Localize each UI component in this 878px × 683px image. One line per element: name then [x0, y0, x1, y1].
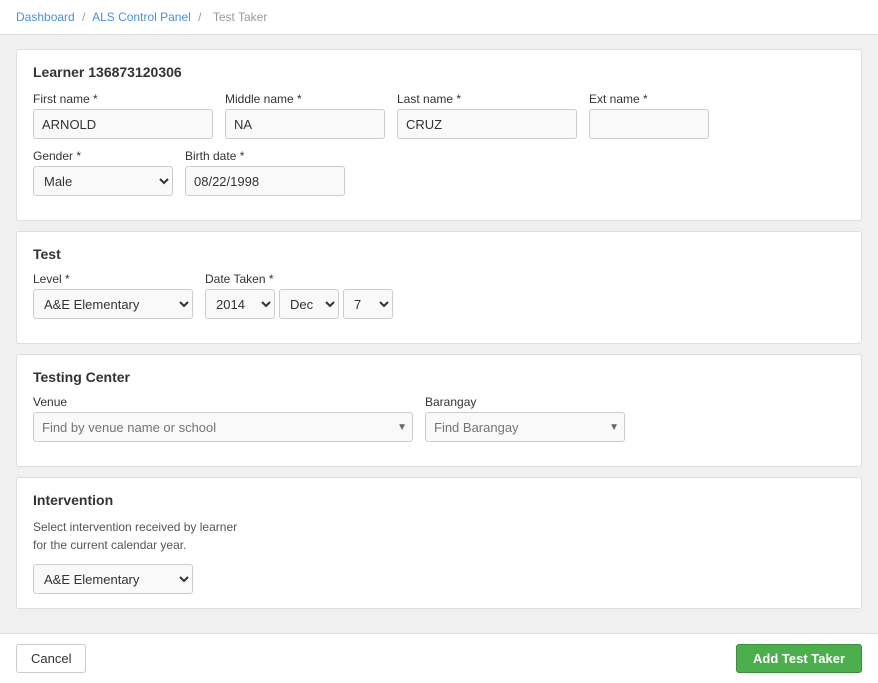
birth-date-label: Birth date *: [185, 149, 345, 163]
date-taken-group: Date Taken * 2014 2015 Jan Feb Mar Apr M…: [205, 272, 393, 319]
first-name-input[interactable]: [33, 109, 213, 139]
venue-input[interactable]: [33, 412, 413, 442]
middle-name-group: Middle name *: [225, 92, 385, 139]
barangay-label: Barangay: [425, 395, 625, 409]
intervention-description: Select intervention received by learnerf…: [33, 518, 845, 554]
ext-name-label: Ext name *: [589, 92, 709, 106]
intervention-title: Intervention: [33, 492, 845, 508]
level-label: Level *: [33, 272, 193, 286]
add-test-taker-button[interactable]: Add Test Taker: [736, 644, 862, 673]
last-name-input[interactable]: [397, 109, 577, 139]
barangay-wrapper: ▼: [425, 412, 625, 442]
birth-date-input[interactable]: [185, 166, 345, 196]
gender-select[interactable]: Male Female: [33, 166, 173, 196]
intervention-level-select[interactable]: A&E Elementary A&E Secondary: [33, 564, 193, 594]
test-card: Test Level * A&E Elementary A&E Secondar…: [16, 231, 862, 344]
level-group: Level * A&E Elementary A&E Secondary: [33, 272, 193, 319]
breadcrumb-current: Test Taker: [213, 10, 267, 24]
gender-group: Gender * Male Female: [33, 149, 173, 196]
breadcrumb: Dashboard / ALS Control Panel / Test Tak…: [0, 0, 878, 35]
last-name-label: Last name *: [397, 92, 577, 106]
first-name-label: First name *: [33, 92, 213, 106]
footer-bar: Cancel Add Test Taker: [0, 633, 878, 683]
learner-card: Learner 136873120306 First name * Middle…: [16, 49, 862, 221]
testing-center-card: Testing Center Venue ▼ Barangay ▼: [16, 354, 862, 467]
ext-name-input[interactable]: [589, 109, 709, 139]
cancel-button[interactable]: Cancel: [16, 644, 86, 673]
venue-wrapper: ▼: [33, 412, 413, 442]
date-taken-row: 2014 2015 Jan Feb Mar Apr May Jun Jul Au…: [205, 289, 393, 319]
breadcrumb-sep-1: /: [82, 10, 85, 24]
breadcrumb-sep-2: /: [198, 10, 201, 24]
ext-name-group: Ext name *: [589, 92, 709, 139]
day-select[interactable]: 7: [343, 289, 393, 319]
venue-group: Venue ▼: [33, 395, 413, 442]
breadcrumb-dashboard[interactable]: Dashboard: [16, 10, 75, 24]
date-taken-label: Date Taken *: [205, 272, 393, 286]
middle-name-label: Middle name *: [225, 92, 385, 106]
level-select[interactable]: A&E Elementary A&E Secondary: [33, 289, 193, 319]
middle-name-input[interactable]: [225, 109, 385, 139]
barangay-input[interactable]: [425, 412, 625, 442]
intervention-level-group: A&E Elementary A&E Secondary: [33, 564, 845, 594]
birth-date-group: Birth date *: [185, 149, 345, 196]
venue-label: Venue: [33, 395, 413, 409]
learner-id: Learner 136873120306: [33, 64, 845, 80]
testing-center-title: Testing Center: [33, 369, 845, 385]
intervention-card: Intervention Select intervention receive…: [16, 477, 862, 609]
first-name-group: First name *: [33, 92, 213, 139]
barangay-group: Barangay ▼: [425, 395, 625, 442]
gender-label: Gender *: [33, 149, 173, 163]
breadcrumb-als[interactable]: ALS Control Panel: [92, 10, 191, 24]
month-select[interactable]: Jan Feb Mar Apr May Jun Jul Aug Sep Oct …: [279, 289, 339, 319]
last-name-group: Last name *: [397, 92, 577, 139]
year-select[interactable]: 2014 2015: [205, 289, 275, 319]
test-section-title: Test: [33, 246, 845, 262]
